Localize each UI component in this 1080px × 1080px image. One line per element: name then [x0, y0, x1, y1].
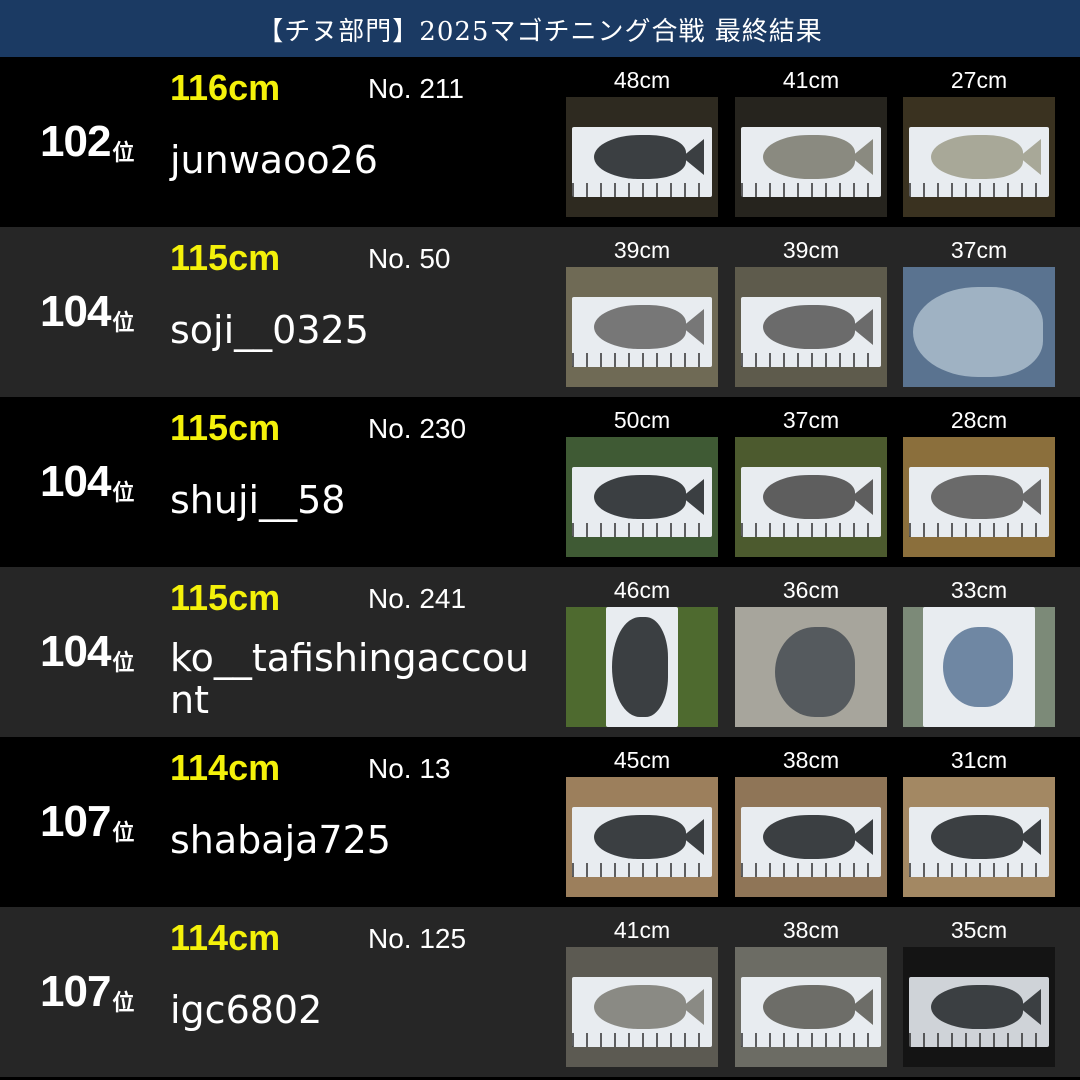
catch-length: 48cm	[613, 67, 671, 93]
catch-1: 46cm	[566, 567, 718, 727]
ranking-row: 104 位 115cm No. 241 ko__tafishingaccount…	[0, 567, 1080, 737]
fish-photo[interactable]	[903, 947, 1055, 1067]
fish-photo[interactable]	[566, 437, 718, 557]
catch-2: 36cm	[735, 567, 887, 727]
fish-photo[interactable]	[903, 267, 1055, 387]
catch-length: 38cm	[782, 747, 840, 773]
angler-handle: soji__0325	[170, 308, 369, 352]
rank: 104 位	[40, 397, 134, 567]
catch-1: 45cm	[566, 737, 718, 897]
catch-length: 33cm	[950, 577, 1008, 603]
fish-photo[interactable]	[735, 267, 887, 387]
ranking-row: 102 位 116cm No. 211 junwaoo26 48cm 41cm …	[0, 57, 1080, 227]
entry-number: No. 125	[368, 923, 467, 954]
rank-number: 104	[40, 627, 111, 676]
angler-handle: shuji__58	[170, 478, 346, 522]
catch-length: 45cm	[613, 747, 671, 773]
angler-handle: shabaja725	[170, 818, 391, 862]
catch-length: 38cm	[782, 917, 840, 943]
rank: 107 位	[40, 907, 134, 1077]
catch-3: 37cm	[903, 227, 1055, 387]
catch-3: 31cm	[903, 737, 1055, 897]
ranking-row: 104 位 115cm No. 50 soji__0325 39cm 39cm …	[0, 227, 1080, 397]
catch-2: 41cm	[735, 57, 887, 217]
entry-number: No. 211	[368, 73, 464, 104]
rank: 102 位	[40, 57, 134, 227]
rank: 107 位	[40, 737, 134, 907]
angler-handle: ko__tafishingaccount	[170, 636, 530, 722]
fish-photo[interactable]	[735, 947, 887, 1067]
catch-length: 39cm	[782, 237, 840, 263]
catch-2: 39cm	[735, 227, 887, 387]
catch-2: 38cm	[735, 737, 887, 897]
catch-length: 27cm	[950, 67, 1008, 93]
fish-photo[interactable]	[735, 97, 887, 217]
fish-photo[interactable]	[566, 607, 718, 727]
ranking-row: 107 位 114cm No. 13 shabaja725 45cm 38cm …	[0, 737, 1080, 907]
catch-2: 37cm	[735, 397, 887, 557]
rank: 104 位	[40, 227, 134, 397]
entry-number: No. 241	[368, 583, 467, 614]
catch-length: 37cm	[782, 407, 840, 433]
catch-length: 39cm	[613, 237, 671, 263]
fish-photo[interactable]	[903, 97, 1055, 217]
entry-number: No. 13	[368, 753, 451, 784]
rank-number: 104	[40, 287, 111, 336]
catch-3: 27cm	[903, 57, 1055, 217]
rank-suffix: 位	[112, 651, 135, 676]
catch-3: 35cm	[903, 907, 1055, 1067]
catch-length: 41cm	[613, 917, 671, 943]
rank-number: 104	[40, 457, 111, 506]
rank-suffix: 位	[112, 991, 135, 1016]
ranking-row: 104 位 115cm No. 230 shuji__58 50cm 37cm …	[0, 397, 1080, 567]
angler-handle: junwaoo26	[170, 138, 378, 182]
entry-number: No. 50	[368, 243, 451, 274]
catch-1: 48cm	[566, 57, 718, 217]
total-length: 114cm	[170, 747, 281, 788]
fish-photo[interactable]	[566, 267, 718, 387]
catch-length: 36cm	[782, 577, 840, 603]
ranking-row: 107 位 114cm No. 125 igc6802 41cm 38cm 35…	[0, 907, 1080, 1077]
fish-photo[interactable]	[903, 777, 1055, 897]
catch-length: 46cm	[613, 577, 671, 603]
rank-suffix: 位	[112, 141, 135, 166]
rank-number: 107	[40, 967, 111, 1016]
catch-length: 31cm	[950, 747, 1008, 773]
fish-photo[interactable]	[566, 947, 718, 1067]
catch-length: 28cm	[950, 407, 1008, 433]
catch-length: 50cm	[613, 407, 671, 433]
total-length: 115cm	[170, 407, 281, 448]
fish-photo[interactable]	[566, 97, 718, 217]
catch-3: 33cm	[903, 567, 1055, 727]
angler-handle: igc6802	[170, 988, 323, 1032]
total-length: 115cm	[170, 237, 281, 278]
catch-length: 37cm	[950, 237, 1008, 263]
fish-photo[interactable]	[566, 777, 718, 897]
total-length: 115cm	[170, 577, 281, 618]
rank-number: 107	[40, 797, 111, 846]
total-length: 116cm	[170, 67, 281, 108]
catch-1: 50cm	[566, 397, 718, 557]
catch-1: 41cm	[566, 907, 718, 1067]
rank-suffix: 位	[112, 821, 135, 846]
total-length: 114cm	[170, 917, 281, 958]
fish-photo[interactable]	[735, 777, 887, 897]
rank-suffix: 位	[112, 481, 135, 506]
page-title: 【チヌ部門】2025マゴチニング合戦 最終結果	[0, 0, 1080, 58]
catch-1: 39cm	[566, 227, 718, 387]
entry-number: No. 230	[368, 413, 467, 444]
fish-photo[interactable]	[903, 437, 1055, 557]
catch-length: 35cm	[950, 917, 1008, 943]
rank-number: 102	[40, 117, 111, 166]
rank: 104 位	[40, 567, 134, 737]
fish-photo[interactable]	[735, 607, 887, 727]
fish-photo[interactable]	[903, 607, 1055, 727]
rank-suffix: 位	[112, 311, 135, 336]
catch-3: 28cm	[903, 397, 1055, 557]
catch-2: 38cm	[735, 907, 887, 1067]
fish-photo[interactable]	[735, 437, 887, 557]
catch-length: 41cm	[782, 67, 840, 93]
